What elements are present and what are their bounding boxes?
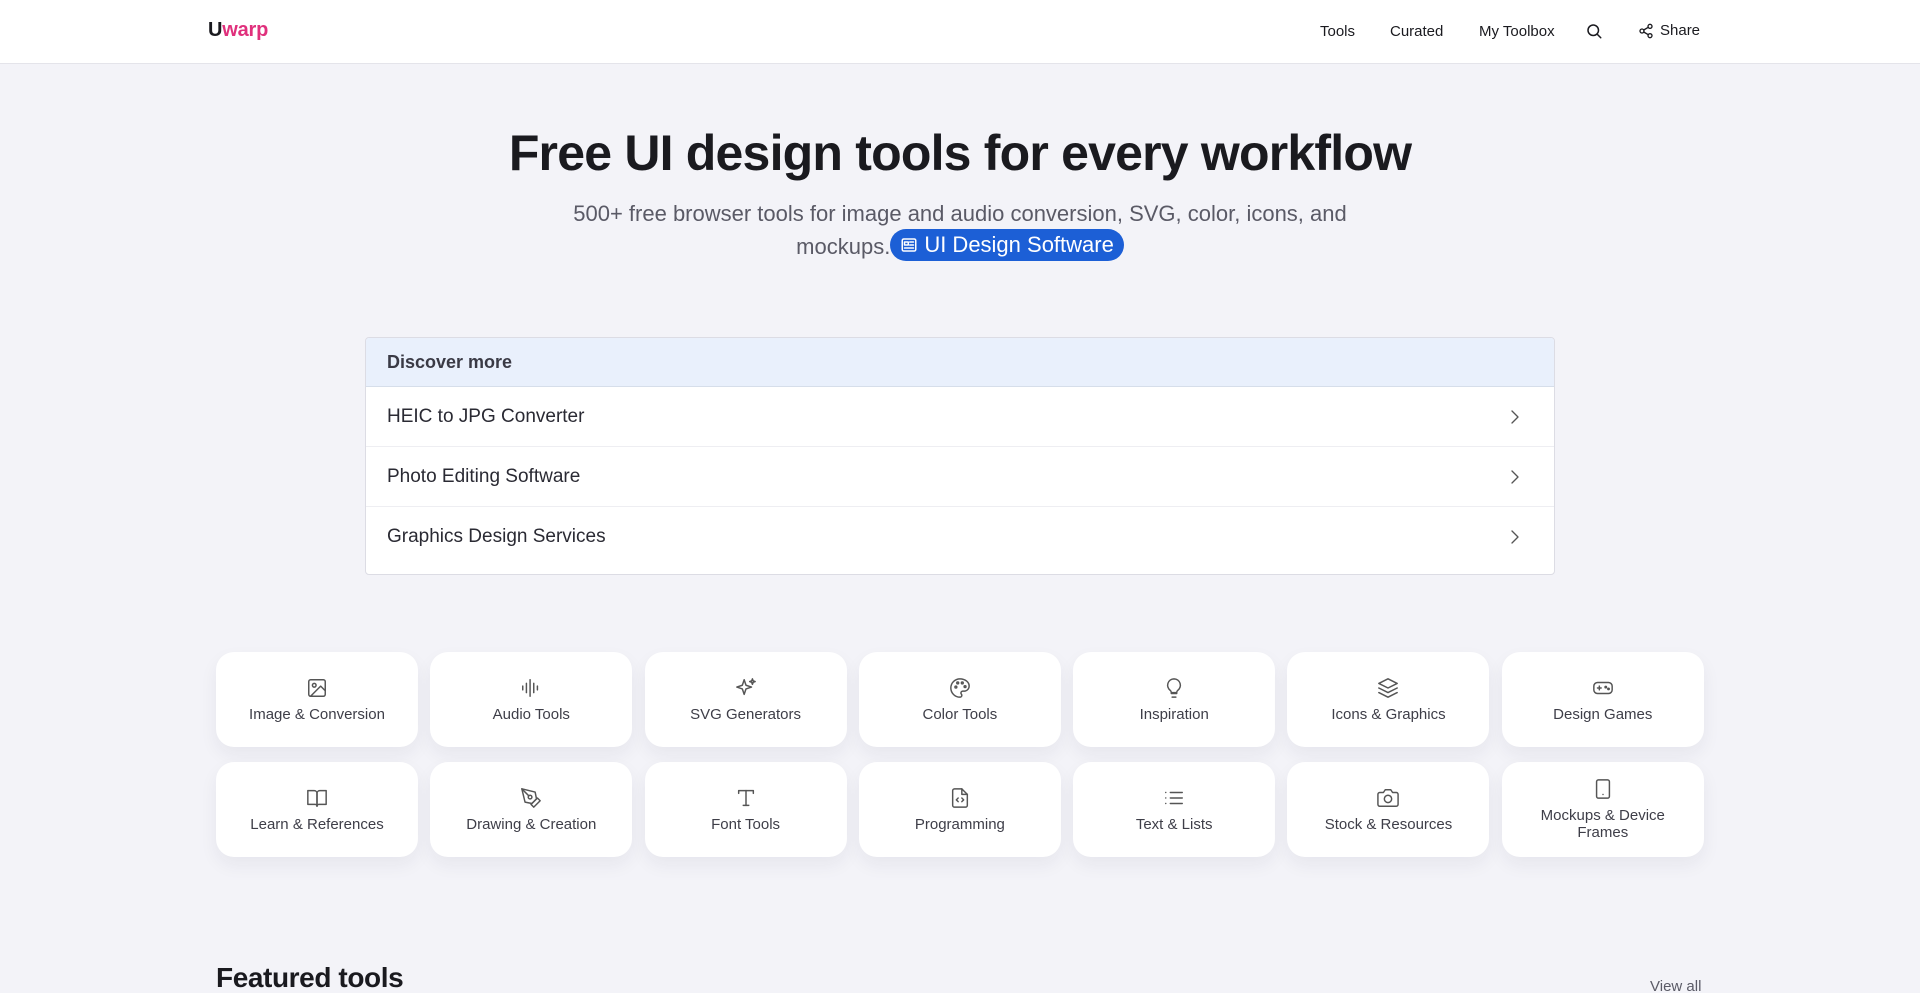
discover-heading: Discover more bbox=[366, 338, 1554, 387]
ui-design-software-pill[interactable]: UI Design Software bbox=[890, 229, 1124, 261]
page-title: Free UI design tools for every workflow bbox=[508, 125, 1412, 181]
category-card-drawing-creation[interactable]: Drawing & Creation bbox=[430, 762, 633, 857]
view-all-link[interactable]: View all bbox=[1650, 978, 1701, 993]
chevron-right-icon bbox=[1511, 409, 1519, 424]
category-label: Image & Conversion bbox=[249, 705, 385, 723]
type-icon bbox=[737, 789, 754, 806]
search-icon[interactable] bbox=[1585, 22, 1603, 40]
list-icon bbox=[1165, 791, 1184, 804]
category-card-svg-generators[interactable]: SVG Generators bbox=[644, 652, 847, 747]
image-icon bbox=[308, 678, 326, 697]
discover-item-graphics-design[interactable]: Graphics Design Services bbox=[366, 507, 1554, 567]
category-card-image-conversion[interactable]: Image & Conversion bbox=[216, 652, 418, 747]
gamepad-icon bbox=[1592, 681, 1613, 694]
category-label: SVG Generators bbox=[690, 705, 802, 723]
discover-item-photo-editing[interactable]: Photo Editing Software bbox=[366, 447, 1554, 507]
top-nav-bar: Uwarp Tools Curated My Toolbox Share bbox=[0, 0, 1920, 64]
category-label: Text & Lists bbox=[1135, 815, 1213, 833]
category-card-inspiration[interactable]: Inspiration bbox=[1073, 652, 1276, 747]
discover-more-panel: Discover more HEIC to JPG Converter Phot… bbox=[365, 337, 1555, 575]
category-label: Audio Tools bbox=[492, 705, 570, 723]
category-label: Font Tools bbox=[711, 815, 781, 833]
logo-rest: warp bbox=[222, 19, 269, 41]
category-card-mockups-device-frames[interactable]: Mockups & Device Frames bbox=[1501, 762, 1704, 857]
category-card-color-tools[interactable]: Color Tools bbox=[858, 652, 1061, 747]
pen-tool-icon bbox=[521, 787, 542, 808]
logo-first-letter: U bbox=[208, 19, 223, 41]
featured-tools-heading: Featured tools bbox=[216, 962, 404, 993]
audio-waveform-icon bbox=[522, 678, 539, 697]
palette-icon bbox=[949, 677, 970, 698]
category-card-audio-tools[interactable]: Audio Tools bbox=[430, 652, 633, 747]
category-card-text-lists[interactable]: Text & Lists bbox=[1073, 762, 1276, 857]
sparkles-icon bbox=[735, 677, 756, 695]
logo[interactable]: Uwarp bbox=[208, 19, 268, 42]
category-label: Design Games bbox=[1553, 705, 1653, 723]
chevron-right-icon bbox=[1511, 469, 1519, 484]
newspaper-icon bbox=[901, 238, 917, 252]
category-label: Stock & Resources bbox=[1324, 815, 1453, 833]
category-card-design-games[interactable]: Design Games bbox=[1501, 652, 1704, 747]
chevron-right-icon bbox=[1511, 530, 1519, 544]
discover-item-label: Graphics Design Services bbox=[387, 526, 606, 547]
file-code-icon bbox=[951, 787, 968, 808]
book-icon bbox=[307, 789, 327, 807]
category-card-icons-graphics[interactable]: Icons & Graphics bbox=[1287, 652, 1490, 747]
category-label: Mockups & Device Frames bbox=[1540, 807, 1665, 841]
category-label: Drawing & Creation bbox=[466, 815, 597, 833]
category-card-stock-resources[interactable]: Stock & Resources bbox=[1287, 762, 1490, 857]
category-label: Icons & Graphics bbox=[1331, 705, 1446, 723]
lightbulb-icon bbox=[1167, 677, 1182, 698]
nav-tools[interactable]: Tools bbox=[1320, 23, 1355, 40]
category-card-learn-references[interactable]: Learn & References bbox=[216, 762, 418, 857]
discover-item-label: Photo Editing Software bbox=[387, 465, 581, 487]
share-label: Share bbox=[1660, 22, 1701, 39]
smartphone-icon bbox=[1595, 779, 1610, 799]
hero-subtitle: 500+ free browser tools for image and au… bbox=[540, 198, 1380, 262]
category-label: Learn & References bbox=[250, 815, 384, 833]
discover-item-heic-to-jpg[interactable]: HEIC to JPG Converter bbox=[366, 387, 1554, 447]
layers-icon bbox=[1378, 677, 1399, 698]
nav-curated[interactable]: Curated bbox=[1390, 23, 1443, 40]
category-card-font-tools[interactable]: Font Tools bbox=[644, 762, 847, 857]
category-card-programming[interactable]: Programming bbox=[858, 762, 1061, 857]
category-grid: Image & Conversion Audio Tools SVG Gener… bbox=[216, 652, 1704, 857]
share-icon bbox=[1639, 23, 1653, 38]
category-label: Color Tools bbox=[922, 705, 998, 723]
camera-icon bbox=[1377, 788, 1400, 807]
discover-item-label: HEIC to JPG Converter bbox=[387, 405, 585, 427]
category-label: Inspiration bbox=[1139, 705, 1209, 723]
category-label: Programming bbox=[914, 815, 1005, 833]
share-button[interactable]: Share bbox=[1638, 22, 1700, 39]
nav-my-toolbox[interactable]: My Toolbox bbox=[1479, 23, 1555, 40]
pill-label: UI Design Software bbox=[924, 232, 1114, 257]
